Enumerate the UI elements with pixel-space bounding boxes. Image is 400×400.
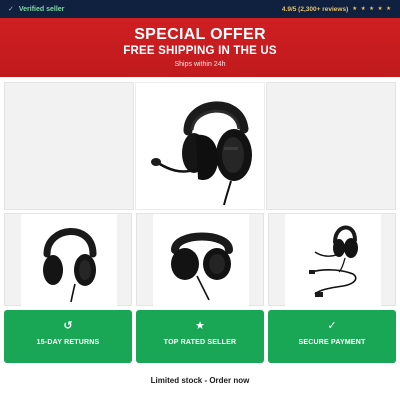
shipping-note: Ships within 24h — [174, 61, 226, 68]
main-product-image[interactable] — [135, 82, 265, 210]
thumbnail-1[interactable] — [4, 213, 132, 307]
offer-subtitle: FREE SHIPPING IN THE US — [123, 45, 277, 57]
verified-label: Verified seller — [18, 5, 65, 13]
headset-front-icon — [151, 101, 252, 206]
check-icon: ✓ — [8, 6, 14, 13]
stock-notice: Limited stock - Order now — [150, 376, 250, 385]
returns-label: 15-DAY RETURNS — [36, 339, 100, 346]
refresh-icon: ↺ — [63, 320, 73, 332]
secure-payment-label: SECURE PAYMENT — [298, 339, 366, 346]
thumbnail-2[interactable] — [136, 213, 264, 307]
offer-title: SPECIAL OFFER — [134, 26, 266, 43]
trust-bar: ✓ Verified seller 4.9/5 (2,300+ reviews)… — [0, 0, 400, 18]
headset-angled-icon — [43, 228, 97, 303]
offer-banner: SPECIAL OFFER FREE SHIPPING IN THE US Sh… — [0, 18, 400, 77]
headset-cable-icon — [309, 225, 358, 297]
gallery-placeholder-left — [4, 82, 134, 210]
rating-stars-icon: ★ ★ ★ ★ ★ — [352, 6, 392, 12]
thumbnail-3[interactable] — [268, 213, 396, 307]
headset-folded-icon — [171, 232, 233, 301]
star-icon: ★ — [195, 320, 205, 332]
top-rated-badge: ★ TOP RATED SELLER — [136, 310, 264, 363]
rating: 4.9/5 (2,300+ reviews) ★ ★ ★ ★ ★ — [282, 6, 392, 13]
secure-payment-badge: ✓ SECURE PAYMENT — [268, 310, 396, 363]
check-icon: ✓ — [327, 320, 337, 332]
rating-text: 4.9/5 (2,300+ reviews) — [281, 5, 349, 13]
returns-badge: ↺ 15-DAY RETURNS — [4, 310, 132, 363]
product-promo-page: ✓ Verified seller 4.9/5 (2,300+ reviews)… — [0, 0, 400, 400]
top-rated-label: TOP RATED SELLER — [163, 339, 237, 346]
gallery-placeholder-right — [266, 82, 396, 210]
verified-seller: ✓ Verified seller — [8, 5, 65, 14]
